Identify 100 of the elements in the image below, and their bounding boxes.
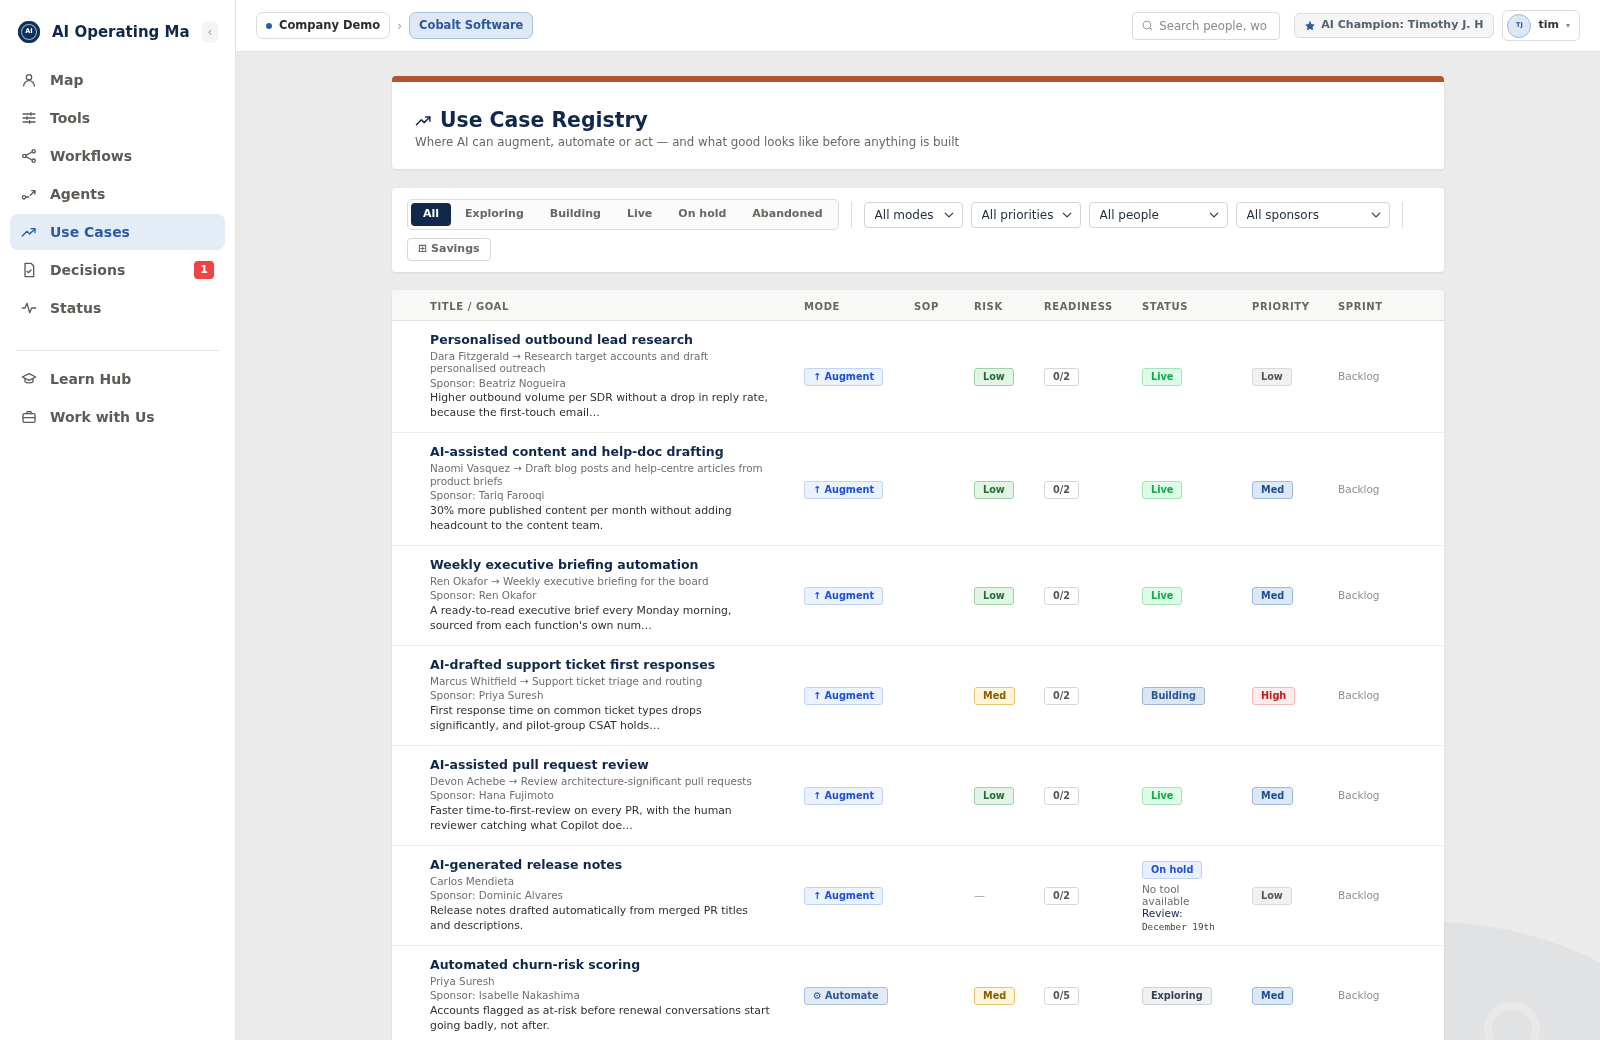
filter-tab[interactable]: All bbox=[411, 203, 452, 226]
risk-badge: Low bbox=[974, 787, 1014, 805]
row-title[interactable]: Personalised outbound lead research bbox=[430, 330, 775, 348]
savings-button[interactable]: ⊞ Savings bbox=[407, 238, 491, 261]
review-date: December 19th bbox=[1142, 919, 1216, 933]
priority-badge: Low bbox=[1252, 368, 1292, 387]
row-title[interactable]: AI-drafted support ticket first responses bbox=[430, 655, 775, 673]
status-badge: Live bbox=[1142, 368, 1183, 387]
priority-badge: Med bbox=[1252, 587, 1294, 605]
nav-item[interactable]: Learn Hub bbox=[10, 361, 225, 397]
nav-item[interactable]: Tools bbox=[10, 100, 225, 136]
app-title: AI Operating Ma bbox=[52, 21, 190, 43]
graduation-cap-icon bbox=[21, 371, 37, 387]
row-title[interactable]: AI-assisted content and help-doc drafting bbox=[430, 443, 775, 460]
breadcrumb-link[interactable]: Company Demo bbox=[256, 12, 391, 39]
filter-tab[interactable]: Building bbox=[537, 203, 613, 226]
nav-item[interactable]: Agents bbox=[10, 176, 225, 212]
status-badge: Exploring bbox=[1142, 987, 1212, 1005]
priority-badge: Med bbox=[1252, 987, 1294, 1005]
champion-button[interactable]: AI Champion: Timothy J. H bbox=[1294, 13, 1495, 38]
mode-badge: ⚙ Automate bbox=[804, 987, 888, 1005]
star-icon bbox=[1305, 20, 1316, 31]
row-title[interactable]: Weekly executive briefing automation bbox=[430, 555, 775, 573]
filter-tab[interactable]: Exploring bbox=[453, 203, 536, 226]
goal-text: Faster time-to-first-review on every PR, with the human reviewer catching what Copilot doe… bbox=[430, 802, 733, 833]
row-title[interactable]: Automated churn-risk scoring bbox=[430, 955, 775, 973]
sprint-text: Backlog bbox=[1338, 789, 1380, 801]
owner-text: Marcus Whitfield → Support ticket triage and routing bbox=[430, 674, 704, 687]
caret-icon: ▾ bbox=[1566, 19, 1570, 32]
status-badge: Live bbox=[1142, 587, 1183, 605]
mode-badge: ↑ Augment bbox=[804, 687, 883, 705]
empty-value: — bbox=[974, 889, 985, 902]
owner-text: Priya Suresh bbox=[430, 974, 496, 987]
goal-text: Release notes drafted automatically from merged PR titles and descriptions. bbox=[430, 902, 750, 933]
goal-text: 30% more published content per month without adding headcount to the content team. bbox=[430, 502, 733, 533]
readiness-badge: 0/2 bbox=[1044, 787, 1080, 805]
status-note: No tool available bbox=[1142, 882, 1191, 907]
readiness-badge: 0/2 bbox=[1044, 887, 1080, 905]
priority-badge: Low bbox=[1252, 887, 1292, 905]
status-badge: Building bbox=[1142, 687, 1205, 705]
sponsor-text: Sponsor: Beatriz Nogueira bbox=[430, 376, 567, 389]
filter-select[interactable]: All people bbox=[1088, 201, 1228, 228]
sprint-text: Backlog bbox=[1338, 370, 1380, 383]
status-badge: Live bbox=[1142, 787, 1183, 805]
row-title[interactable]: AI-assisted pull request review bbox=[430, 755, 775, 773]
column-header: MODE bbox=[804, 300, 840, 312]
briefcase-icon bbox=[21, 409, 37, 425]
readiness-badge: 0/2 bbox=[1044, 587, 1080, 605]
priority-badge: Med bbox=[1252, 480, 1294, 499]
breadcrumb-separator: › bbox=[397, 17, 403, 35]
row-title[interactable]: AI-generated release notes bbox=[430, 855, 775, 873]
sponsor-text: Sponsor: Priya Suresh bbox=[430, 689, 545, 702]
sponsor-text: Sponsor: Dominic Alvares bbox=[430, 889, 564, 902]
page-subtitle: Where AI can augment, automate or act — and what good looks like before anything is built bbox=[415, 134, 961, 150]
priority-badge: Med bbox=[1252, 787, 1294, 805]
sprint-text: Backlog bbox=[1338, 689, 1380, 701]
status-badge: Live bbox=[1142, 480, 1183, 499]
sponsor-text: Sponsor: Hana Fujimoto bbox=[430, 789, 555, 802]
page-title: Use Case Registry bbox=[440, 107, 648, 134]
nodes-icon bbox=[21, 148, 37, 164]
goal-text: First response time on common ticket types drops significantly, and pilot-group CSAT holds… bbox=[430, 702, 703, 733]
filter-tab[interactable]: Live bbox=[614, 203, 665, 226]
risk-badge: Low bbox=[974, 587, 1014, 605]
sponsor-text: Sponsor: Tariq Farooqi bbox=[430, 489, 546, 502]
readiness-badge: 0/2 bbox=[1044, 368, 1080, 387]
nav-item[interactable]: Status bbox=[10, 290, 225, 326]
filter-tab[interactable]: On hold bbox=[666, 203, 739, 226]
filter-select[interactable]: All modes bbox=[863, 201, 963, 228]
mode-badge: ↑ Augment bbox=[804, 887, 883, 905]
filter-tab[interactable]: Abandoned bbox=[740, 203, 835, 226]
filter-select[interactable]: All priorities bbox=[970, 201, 1081, 228]
search-field[interactable]: Search people, wo bbox=[1132, 11, 1281, 40]
filter-select[interactable]: All sponsors bbox=[1235, 201, 1390, 228]
priority-badge: High bbox=[1252, 687, 1296, 705]
nav-item[interactable]: Map bbox=[10, 62, 225, 98]
risk-badge: Med bbox=[974, 687, 1016, 705]
breadcrumb-link[interactable]: Cobalt Software bbox=[409, 12, 534, 39]
nav-item[interactable]: Work with Us bbox=[10, 399, 225, 435]
owner-text: Dara Fitzgerald → Research target accounts and draft personalised outreach bbox=[430, 349, 709, 375]
owner-text: Naomi Vasquez → Draft blog posts and help-centre articles from product briefs bbox=[430, 462, 764, 487]
column-header: TITLE / GOAL bbox=[430, 300, 509, 312]
goal-text: Higher outbound volume per SDR without a drop in reply rate, because the first-touch email… bbox=[430, 390, 769, 420]
column-header: READINESS bbox=[1044, 300, 1113, 312]
readiness-badge: 0/5 bbox=[1044, 987, 1080, 1005]
status-badge: On hold bbox=[1142, 860, 1203, 879]
mode-badge: ↑ Augment bbox=[804, 787, 883, 805]
sprint-text: Backlog bbox=[1338, 889, 1380, 901]
pulse-icon bbox=[21, 300, 37, 316]
nav-item[interactable]: Use Cases bbox=[10, 214, 225, 250]
column-header: STATUS bbox=[1142, 300, 1188, 312]
sprint-text: Backlog bbox=[1338, 989, 1380, 1001]
goal-text: A ready-to-read executive brief every Monday morning, sourced from each function's own num… bbox=[430, 602, 733, 633]
risk-badge: Med bbox=[974, 987, 1016, 1005]
column-header: RISK bbox=[974, 300, 1003, 312]
nav-item[interactable]: Workflows bbox=[10, 138, 225, 174]
person-icon bbox=[21, 72, 37, 88]
owner-text: Devon Achebe → Review architecture-significant pull requests bbox=[430, 774, 753, 787]
column-header: PRIORITY bbox=[1252, 300, 1310, 312]
nav-item[interactable]: Decisions 1 bbox=[10, 252, 225, 288]
sponsor-text: Sponsor: Isabelle Nakashima bbox=[430, 989, 581, 1002]
